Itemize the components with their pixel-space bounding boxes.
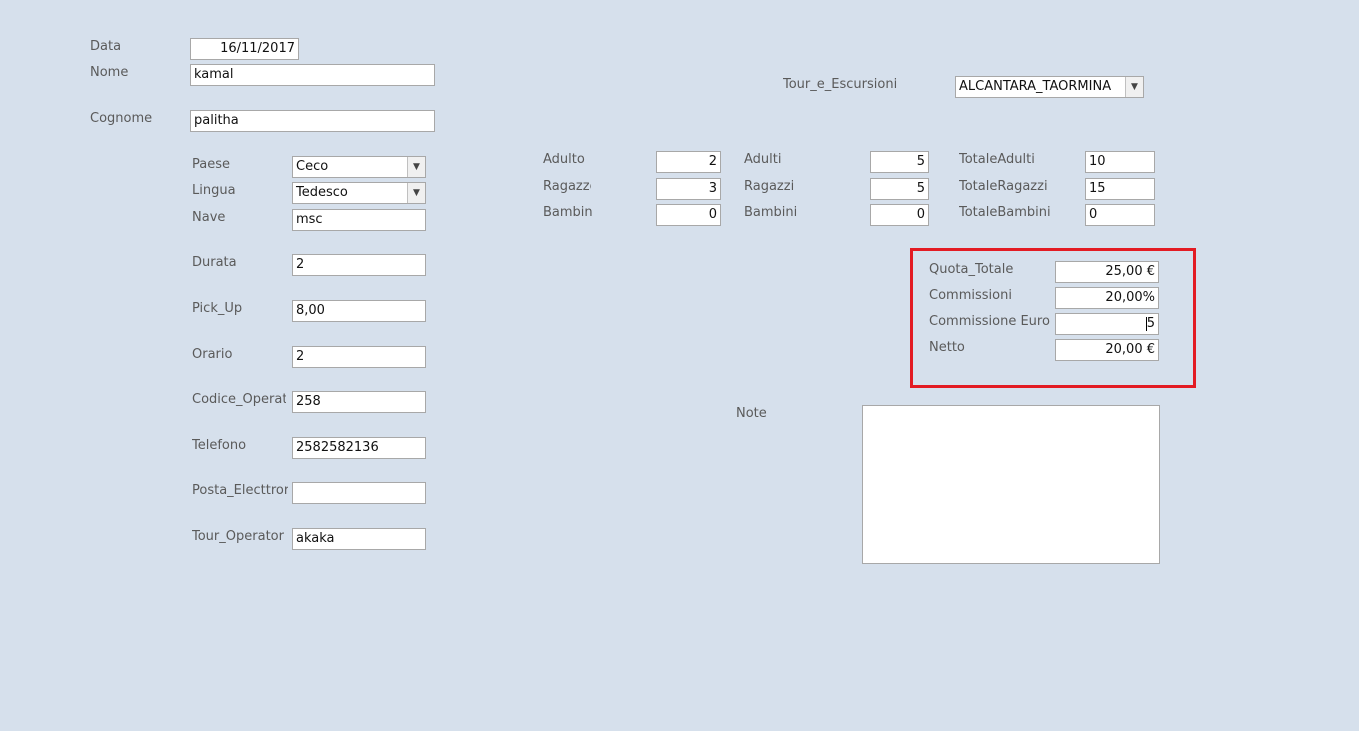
commissione-euro-field[interactable]: 5 <box>1055 313 1159 335</box>
chevron-down-icon[interactable]: ▼ <box>1125 77 1143 97</box>
pick-up-label: Pick_Up <box>192 301 243 316</box>
netto-label: Netto <box>929 340 965 355</box>
durata-field[interactable]: 2 <box>292 254 426 276</box>
commissione-euro-label: Commissione Euro <box>929 314 1050 329</box>
commissioni-field[interactable]: 20,00% <box>1055 287 1159 309</box>
cognome-label: Cognome <box>90 111 153 126</box>
note-textarea[interactable] <box>862 405 1160 564</box>
cognome-field[interactable]: palitha <box>190 110 435 132</box>
posta-elettronica-label: Posta_Electtror <box>192 483 288 498</box>
netto-field[interactable]: 20,00 € <box>1055 339 1159 361</box>
nome-field[interactable]: kamal <box>190 64 435 86</box>
paese-combo[interactable]: Ceco ▼ <box>292 156 426 178</box>
totale-adulti-field[interactable]: 10 <box>1085 151 1155 173</box>
orario-field[interactable]: 2 <box>292 346 426 368</box>
codice-operatore-label: Codice_Operat <box>192 392 286 407</box>
data-label: Data <box>90 39 122 54</box>
adulto-field[interactable]: 2 <box>656 151 721 173</box>
adulti-label: Adulti <box>744 152 782 167</box>
telefono-field[interactable]: 2582582136 <box>292 437 426 459</box>
text-cursor <box>1146 317 1147 331</box>
bambini-field[interactable]: 0 <box>870 204 929 226</box>
chevron-down-icon[interactable]: ▼ <box>407 157 425 177</box>
chevron-down-icon[interactable]: ▼ <box>407 183 425 203</box>
ragazzi-label: Ragazzi <box>744 179 795 194</box>
orario-label: Orario <box>192 347 233 362</box>
quota-totale-label: Quota_Totale <box>929 262 1014 277</box>
tour-e-escursioni-combo[interactable]: ALCANTARA_TAORMINA ▼ <box>955 76 1144 98</box>
lingua-label: Lingua <box>192 183 236 198</box>
bambino-label: Bambin <box>543 205 593 220</box>
bambino-field[interactable]: 0 <box>656 204 721 226</box>
ragazzo-label: Ragazzc <box>543 179 591 194</box>
codice-operatore-field[interactable]: 258 <box>292 391 426 413</box>
adulto-label: Adulto <box>543 152 585 167</box>
bambini-label: Bambini <box>744 205 798 220</box>
telefono-label: Telefono <box>192 438 247 453</box>
totale-bambini-field[interactable]: 0 <box>1085 204 1155 226</box>
durata-label: Durata <box>192 255 237 270</box>
lingua-combo[interactable]: Tedesco ▼ <box>292 182 426 204</box>
totale-adulti-label: TotaleAdulti <box>959 152 1035 167</box>
note-label: Note <box>736 406 767 421</box>
lingua-value: Tedesco <box>296 185 348 200</box>
pick-up-field[interactable]: 8,00 <box>292 300 426 322</box>
ragazzo-field[interactable]: 3 <box>656 178 721 200</box>
nave-field[interactable]: msc <box>292 209 426 231</box>
totale-ragazzi-field[interactable]: 15 <box>1085 178 1155 200</box>
quota-totale-field[interactable]: 25,00 € <box>1055 261 1159 283</box>
paese-label: Paese <box>192 157 230 172</box>
ragazzi-field[interactable]: 5 <box>870 178 929 200</box>
tour-e-escursioni-value: ALCANTARA_TAORMINA <box>959 79 1112 94</box>
tour-operator-field[interactable]: akaka <box>292 528 426 550</box>
nave-label: Nave <box>192 210 226 225</box>
paese-value: Ceco <box>296 159 329 174</box>
totale-ragazzi-label: TotaleRagazzi <box>959 179 1048 194</box>
totale-bambini-label: TotaleBambini <box>959 205 1051 220</box>
nome-label: Nome <box>90 65 129 80</box>
tour-e-escursioni-label: Tour_e_Escursioni <box>783 77 898 92</box>
tour-operator-label: Tour_Operator <box>192 529 284 544</box>
data-field[interactable]: 16/11/2017 <box>190 38 299 60</box>
commissione-euro-value: 5 <box>1146 316 1155 331</box>
posta-elettronica-field[interactable] <box>292 482 426 504</box>
commissioni-label: Commissioni <box>929 288 1012 303</box>
adulti-field[interactable]: 5 <box>870 151 929 173</box>
